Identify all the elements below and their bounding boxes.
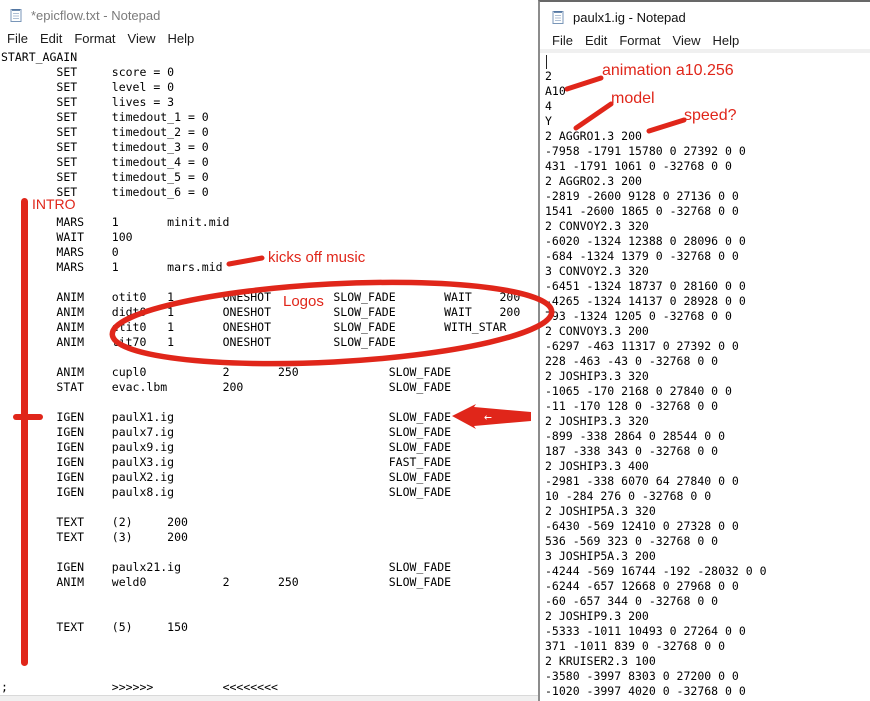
epicflow-titlebar: *epicflow.txt - Notepad (0, 0, 538, 30)
menu-view[interactable]: View (667, 33, 707, 48)
menu-file[interactable]: File (546, 33, 579, 48)
statusbar-strip (0, 695, 538, 701)
epicflow-menubar: File Edit Format View Help (0, 29, 538, 48)
menu-edit[interactable]: Edit (34, 31, 68, 46)
menu-edit[interactable]: Edit (579, 33, 613, 48)
epicflow-text-area[interactable]: START_AGAIN SET score = 0 SET level = 0 … (1, 50, 520, 695)
desktop: *epicflow.txt - Notepad File Edit Format… (0, 0, 870, 701)
menu-separator (540, 49, 870, 53)
notepad-icon (550, 9, 566, 25)
epicflow-notepad-window: *epicflow.txt - Notepad File Edit Format… (0, 0, 538, 701)
paulx1-titlebar: paulx1.ig - Notepad (540, 2, 870, 32)
window-title: *epicflow.txt - Notepad (31, 8, 160, 23)
paulx1-text-area[interactable]: 2 A10 4 Y 2 AGGRO1.3 200 -7958 -1791 157… (545, 54, 767, 699)
menu-view[interactable]: View (122, 31, 162, 46)
window-title: paulx1.ig - Notepad (573, 10, 686, 25)
menu-help[interactable]: Help (706, 33, 745, 48)
paulx1-notepad-window: paulx1.ig - Notepad File Edit Format Vie… (538, 0, 870, 701)
menu-help[interactable]: Help (161, 31, 200, 46)
notepad-icon (8, 7, 24, 23)
menu-format[interactable]: Format (68, 31, 121, 46)
menu-file[interactable]: File (1, 31, 34, 46)
menu-format[interactable]: Format (613, 33, 666, 48)
paulx1-menubar: File Edit Format View Help (540, 31, 870, 50)
